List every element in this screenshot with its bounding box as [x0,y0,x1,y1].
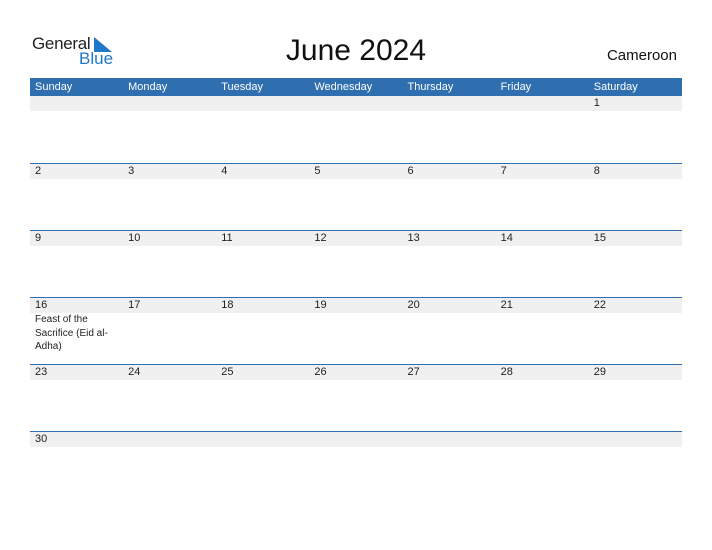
day-number: 26 [314,366,327,378]
day-cell: 14 [496,231,589,297]
week-row: 30 [30,431,682,451]
day-cell [216,432,309,451]
page-title: June 2024 [285,34,427,67]
day-number: 9 [35,232,42,244]
day-number: 14 [500,232,513,244]
day-cell [123,96,216,163]
day-cell [403,432,496,451]
day-cell: 26 [309,365,402,431]
day-cell [216,96,309,163]
weekday-thursday: Thursday [407,81,454,93]
day-number: 21 [500,299,513,311]
day-number: 15 [593,232,606,244]
day-number: 8 [593,165,600,177]
week-row: 9 10 11 12 13 14 15 [30,230,682,297]
week-row: 1 [30,96,682,163]
day-cell: 9 [30,231,123,297]
day-cell [403,96,496,163]
day-cell: 15 [589,231,682,297]
day-number: 28 [500,366,513,378]
day-number: 10 [128,232,141,244]
day-cell: 4 [216,164,309,230]
weekday-saturday: Saturday [593,81,638,93]
day-cell: 8 [589,164,682,230]
day-cell: 10 [123,231,216,297]
day-number: 27 [407,366,420,378]
day-cell: 11 [216,231,309,297]
day-cell: 2 [30,164,123,230]
country-label: Cameroon [606,47,677,64]
day-cell: 25 [216,365,309,431]
day-cell [309,432,402,451]
day-cell: 17 [123,298,216,364]
day-number: 23 [35,366,48,378]
weekday-tuesday: Tuesday [221,81,264,93]
week-row: 2 3 4 5 6 7 8 [30,163,682,230]
weekday-sunday: Sunday [35,81,73,93]
weekday-header: Sunday Monday Tuesday Wednesday Thursday Frid… [30,78,682,96]
day-cell: 30 [30,432,123,451]
day-number: 29 [593,366,606,378]
day-cell: 3 [123,164,216,230]
day-number: 13 [407,232,420,244]
day-cell: 23 [30,365,123,431]
day-number: 5 [314,165,321,177]
weekday-monday: Monday [128,81,168,93]
day-number: 25 [221,366,234,378]
day-number: 7 [500,165,507,177]
day-cell [30,96,123,163]
day-number: 18 [221,299,234,311]
day-number: 12 [314,232,327,244]
day-number: 4 [221,165,228,177]
day-cell [496,432,589,451]
day-cell: 27 [403,365,496,431]
day-cell [589,432,682,451]
day-number: 19 [314,299,327,311]
calendar-grid: Sunday Monday Tuesday Wednesday Thursday Frid… [30,78,682,451]
day-number: 17 [128,299,141,311]
day-number: 6 [407,165,414,177]
day-cell: 6 [403,164,496,230]
day-cell: 16 Feast of the Sacrifice (Eid al-Adha) [30,298,123,364]
day-number: 20 [407,299,420,311]
holiday-label: Feast of the Sacrifice (Eid al-Adha) [35,314,108,352]
day-cell [496,96,589,163]
day-number: 1 [593,97,600,109]
day-number: 22 [593,299,606,311]
week-row: 16 Feast of the Sacrifice (Eid al-Adha) 17… [30,297,682,364]
day-number: 2 [35,165,42,177]
day-cell: 12 [309,231,402,297]
weekday-friday: Friday [500,81,532,93]
day-cell: 21 [496,298,589,364]
day-cell: 13 [403,231,496,297]
day-cell: 7 [496,164,589,230]
day-cell [309,96,402,163]
day-number: 3 [128,165,135,177]
day-cell: 29 [589,365,682,431]
day-number: 16 [35,299,48,311]
day-cell: 28 [496,365,589,431]
day-number: 24 [128,366,141,378]
day-cell: 18 [216,298,309,364]
day-cell: 1 [589,96,682,163]
day-cell: 22 [589,298,682,364]
day-cell: 19 [309,298,402,364]
day-cell: 24 [123,365,216,431]
day-number: 11 [221,232,233,244]
day-number: 30 [35,433,48,445]
week-row: 23 24 25 26 27 28 29 [30,364,682,431]
weekday-wednesday: Wednesday [314,81,373,93]
day-cell: 20 [403,298,496,364]
day-cell [123,432,216,451]
day-cell: 5 [309,164,402,230]
